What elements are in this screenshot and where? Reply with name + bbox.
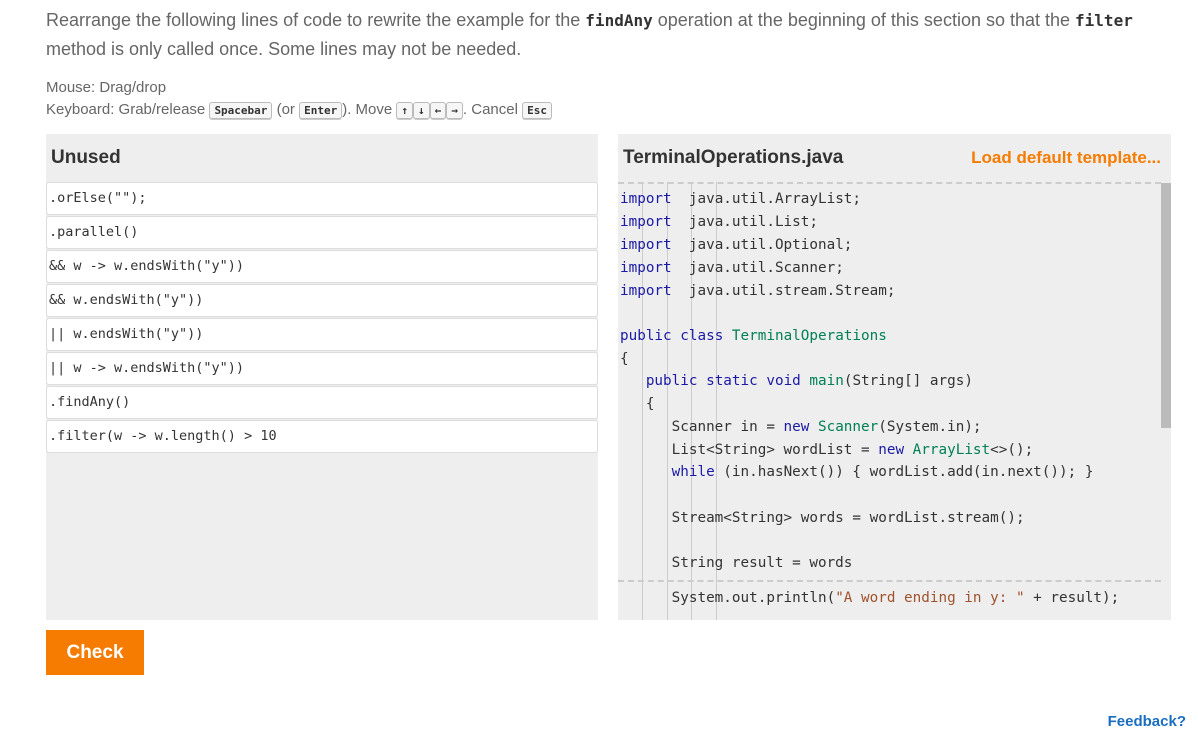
code-line: Scanner in = new Scanner(System.in); (620, 419, 982, 435)
code-editor-panel[interactable]: TerminalOperations.java Load default temp… (618, 134, 1171, 620)
code-block[interactable]: || w.endsWith("y")) (46, 318, 598, 351)
instructions: Rearrange the following lines of code to… (46, 10, 1133, 59)
key-up: ↑ (396, 102, 414, 119)
unused-panel[interactable]: Unused .orElse(""); .parallel() && w -> w.… (46, 134, 598, 620)
code-findany: findAny (585, 11, 653, 30)
scrollbar[interactable] (1161, 183, 1171, 428)
code-block[interactable]: .parallel() (46, 216, 598, 249)
check-button[interactable]: Check (46, 630, 144, 675)
code-line: { (620, 396, 655, 412)
keyboard-help: Mouse: Drag/drop Keyboard: Grab/release … (46, 77, 552, 122)
code-line: List<String> wordList = new ArrayList<>(… (620, 442, 1034, 458)
code-line: String result = words (620, 555, 853, 571)
code-line: while (in.hasNext()) { wordList.add(in.n… (671, 464, 1094, 480)
code-line: Stream<String> words = wordList.stream()… (620, 510, 1025, 526)
key-left: ← (429, 102, 447, 119)
unused-title: Unused (51, 147, 121, 168)
drop-zone-bottom (618, 580, 1161, 582)
code-area[interactable]: import java.util.ArrayList; import java.u… (618, 182, 1171, 620)
code-line: { (620, 351, 629, 367)
key-enter: Enter (299, 102, 343, 119)
code-line: public class TerminalOperations (620, 328, 887, 344)
code-line: public static void main(String[] args) (645, 373, 973, 389)
code-line: import java.util.Optional; (620, 237, 853, 253)
drop-zone-top (618, 182, 1161, 184)
code-line: import java.util.ArrayList; (620, 191, 862, 207)
code-block[interactable]: .orElse(""); (46, 182, 598, 215)
code-filter: filter (1075, 11, 1133, 30)
file-title: TerminalOperations.java (623, 147, 844, 168)
code-line: import java.util.List; (620, 214, 818, 230)
key-spacebar: Spacebar (209, 102, 273, 119)
code-block[interactable]: && w.endsWith("y")) (46, 284, 598, 317)
code-line: import java.util.stream.Stream; (620, 283, 896, 299)
code-line: import java.util.Scanner; (620, 260, 844, 276)
load-default-template-link[interactable]: Load default template... (971, 148, 1161, 168)
feedback-link[interactable]: Feedback? (1108, 713, 1186, 730)
code-block[interactable]: .filter(w -> w.length() > 10 (46, 420, 598, 453)
key-down: ↓ (413, 102, 430, 119)
key-right: → (446, 102, 463, 119)
key-esc: Esc (522, 102, 552, 119)
code-block[interactable]: .findAny() (46, 386, 598, 419)
code-block[interactable]: && w -> w.endsWith("y")) (46, 250, 598, 283)
code-block[interactable]: || w -> w.endsWith("y")) (46, 352, 598, 385)
code-line: System.out.println("A word ending in y: … (620, 590, 1120, 606)
